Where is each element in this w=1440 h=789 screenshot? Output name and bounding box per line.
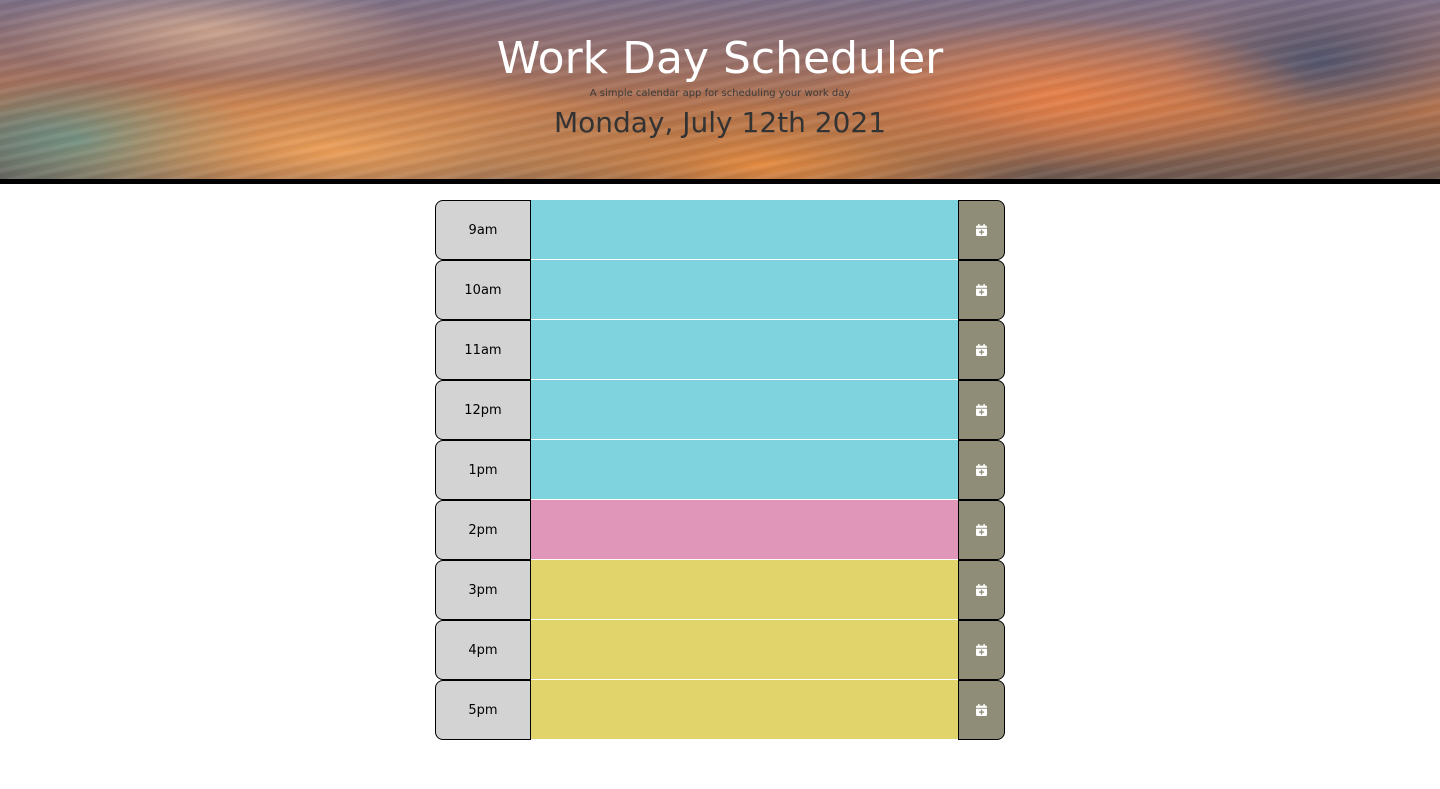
hour-label: 4pm	[435, 620, 531, 680]
time-block-row: 2pm	[435, 500, 1005, 560]
time-block-row: 11am	[435, 320, 1005, 380]
hour-label: 3pm	[435, 560, 531, 620]
page-subtitle: A simple calendar app for scheduling you…	[589, 88, 851, 99]
header-banner: Work Day Scheduler A simple calendar app…	[0, 0, 1440, 184]
page-title: Work Day Scheduler	[496, 33, 944, 84]
event-description-input[interactable]	[531, 500, 958, 560]
calendar-plus-icon	[976, 524, 987, 536]
current-day: Monday, July 12th 2021	[553, 106, 887, 139]
hour-label: 12pm	[435, 380, 531, 440]
event-description-input[interactable]	[531, 620, 958, 680]
hour-label: 9am	[435, 200, 531, 260]
time-block-row: 5pm	[435, 680, 1005, 740]
hour-label: 5pm	[435, 680, 531, 740]
time-block-row: 12pm	[435, 380, 1005, 440]
calendar-plus-icon	[976, 224, 987, 236]
save-button[interactable]	[958, 380, 1005, 440]
calendar-plus-icon	[976, 284, 987, 296]
hour-label: 2pm	[435, 500, 531, 560]
header-content: Work Day Scheduler A simple calendar app…	[0, 0, 1440, 141]
schedule-container: 9am 10am 11am 12pm 1pm 2pm 3pm 4pm 5pm	[435, 200, 1005, 740]
save-button[interactable]	[958, 320, 1005, 380]
save-button[interactable]	[958, 680, 1005, 740]
event-description-input[interactable]	[531, 200, 958, 260]
time-block-row: 4pm	[435, 620, 1005, 680]
save-button[interactable]	[958, 620, 1005, 680]
event-description-input[interactable]	[531, 680, 958, 740]
calendar-plus-icon	[976, 464, 987, 476]
calendar-plus-icon	[976, 704, 987, 716]
time-block-row: 9am	[435, 200, 1005, 260]
hour-label: 10am	[435, 260, 531, 320]
hour-label: 11am	[435, 320, 531, 380]
time-block-row: 1pm	[435, 440, 1005, 500]
event-description-input[interactable]	[531, 380, 958, 440]
save-button[interactable]	[958, 500, 1005, 560]
calendar-plus-icon	[976, 344, 987, 356]
event-description-input[interactable]	[531, 440, 958, 500]
calendar-plus-icon	[976, 644, 987, 656]
save-button[interactable]	[958, 560, 1005, 620]
calendar-plus-icon	[976, 404, 987, 416]
event-description-input[interactable]	[531, 320, 958, 380]
event-description-input[interactable]	[531, 260, 958, 320]
save-button[interactable]	[958, 200, 1005, 260]
hour-label: 1pm	[435, 440, 531, 500]
time-block-row: 10am	[435, 260, 1005, 320]
time-block-row: 3pm	[435, 560, 1005, 620]
event-description-input[interactable]	[531, 560, 958, 620]
calendar-plus-icon	[976, 584, 987, 596]
save-button[interactable]	[958, 260, 1005, 320]
save-button[interactable]	[958, 440, 1005, 500]
